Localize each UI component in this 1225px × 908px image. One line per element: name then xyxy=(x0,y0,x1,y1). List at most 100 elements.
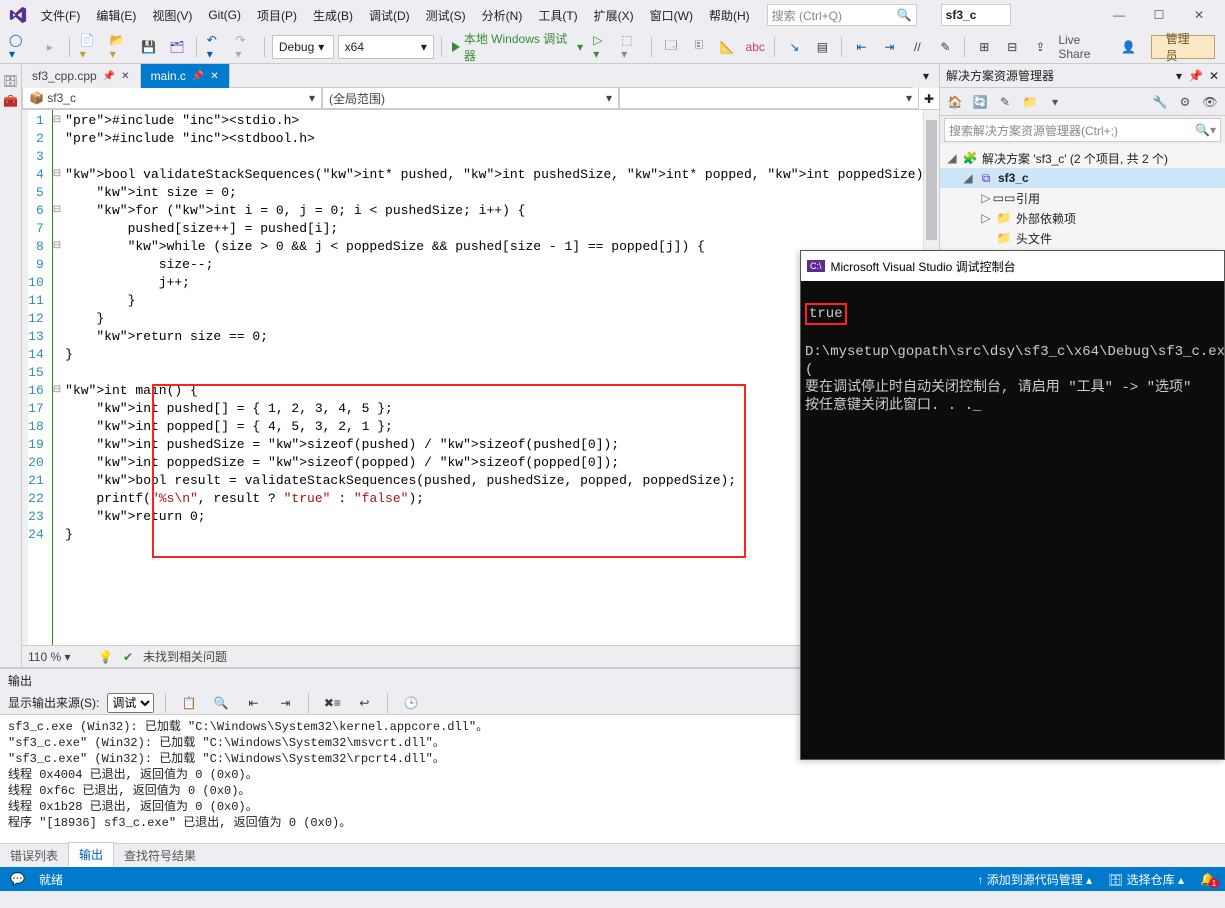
tab-sf3cpp[interactable]: sf3_cpp.cpp 📌 ✕ xyxy=(22,64,141,88)
tool5-icon[interactable]: ▤ xyxy=(810,35,834,59)
nav-back-button[interactable]: ◯ ▾ xyxy=(6,35,34,59)
tool4-icon[interactable]: abc xyxy=(743,35,768,59)
save-all-button[interactable]: 🗂 xyxy=(165,35,189,59)
pane-close-icon[interactable]: ✕ xyxy=(1209,69,1219,83)
view-icon[interactable]: 👁 xyxy=(1199,91,1221,113)
save-button[interactable]: 💾 xyxy=(137,35,161,59)
tree-project[interactable]: ◢ ⧉ sf3_c xyxy=(940,168,1225,188)
menu-item[interactable]: 分析(N) xyxy=(475,3,530,28)
new-item-button[interactable]: 📄▾ xyxy=(77,35,103,59)
run-debug-button[interactable]: 本地 Windows 调试器 ▾ xyxy=(449,35,586,59)
menu-item[interactable]: 窗口(W) xyxy=(643,3,700,28)
run-nodebg-button[interactable]: ▷ ▾ xyxy=(590,35,614,59)
out-tool4-icon[interactable]: ⇥ xyxy=(273,691,297,715)
close-button[interactable]: ✕ xyxy=(1179,3,1219,27)
no-issues-icon: ✔ xyxy=(123,650,133,664)
toolb-icon[interactable]: ⊟ xyxy=(1000,35,1024,59)
pin-icon[interactable]: 📌 xyxy=(103,71,115,82)
nav-fwd-button[interactable]: ▸ xyxy=(38,35,62,59)
out-clock-icon[interactable]: 🕒 xyxy=(399,691,423,715)
menu-item[interactable]: 编辑(E) xyxy=(89,3,143,28)
console-titlebar[interactable]: C:\ Microsoft Visual Studio 调试控制台 xyxy=(801,251,1224,281)
menu-item[interactable]: 扩展(X) xyxy=(587,3,641,28)
account-icon[interactable]: 👤 xyxy=(1117,35,1141,59)
left-toolbox-gutter[interactable]: 🗄 🧰 xyxy=(0,64,22,667)
wrench-icon[interactable]: 🔧 xyxy=(1149,91,1171,113)
status-bell[interactable]: 🔔1 xyxy=(1200,872,1215,886)
props-icon[interactable]: ⚙ xyxy=(1174,91,1196,113)
menu-item[interactable]: 工具(T) xyxy=(531,3,584,28)
project-tag[interactable]: sf3_c xyxy=(941,4,1011,26)
open-button[interactable]: 📂▾ xyxy=(107,35,133,59)
status-icon: 💬 xyxy=(10,872,25,886)
nav-member-dropdown[interactable]: ▾ xyxy=(619,88,919,109)
out-tool2-icon[interactable]: 🔍 xyxy=(209,691,233,715)
sync-icon[interactable]: 🔄 xyxy=(969,91,991,113)
liveshare-icon[interactable]: ⇪ xyxy=(1028,35,1052,59)
redo-button[interactable]: ↷ ▾ xyxy=(232,35,257,59)
home-icon[interactable]: 🏠 xyxy=(944,91,966,113)
step-icon[interactable]: ↘ xyxy=(782,35,806,59)
zoom-dropdown[interactable]: 110 % ▾ xyxy=(28,650,88,664)
tool3-icon[interactable]: 📐 xyxy=(715,35,739,59)
nav-project-dropdown[interactable]: 📦 sf3_c▾ xyxy=(22,88,322,109)
indent-out-icon[interactable]: ⇤ xyxy=(849,35,873,59)
search-placeholder: 搜索 (Ctrl+Q) xyxy=(772,7,842,24)
lightbulb-icon[interactable]: 💡 xyxy=(98,650,113,664)
menu-item[interactable]: 调试(D) xyxy=(362,3,417,28)
btab-errorlist[interactable]: 错误列表 xyxy=(0,844,68,867)
out-wrap-icon[interactable]: ↩ xyxy=(352,691,376,715)
tab-overflow-icon[interactable]: ▾ xyxy=(913,64,939,88)
toola-icon[interactable]: ⊞ xyxy=(972,35,996,59)
refs-icon: ▭▭ xyxy=(996,190,1012,206)
status-repo[interactable]: 🗄 选择仓库 ▴ xyxy=(1108,871,1184,888)
close-icon[interactable]: ✕ xyxy=(121,71,129,82)
out-tool3-icon[interactable]: ⇤ xyxy=(241,691,265,715)
minimize-button[interactable]: — xyxy=(1099,3,1139,27)
uncomment-icon[interactable]: ✎ xyxy=(933,35,957,59)
output-source-dropdown[interactable]: 调试 xyxy=(107,693,154,713)
tree-refs[interactable]: ▷ ▭▭ 引用 xyxy=(940,188,1225,208)
tree-extern[interactable]: ▷ 📁 外部依赖项 xyxy=(940,208,1225,228)
tool-icon[interactable]: ▾ xyxy=(1044,91,1066,113)
menu-item[interactable]: 视图(V) xyxy=(145,3,199,28)
pane-dropdown-icon[interactable]: ▾ xyxy=(1176,69,1182,83)
solution-search[interactable]: 搜索解决方案资源管理器(Ctrl+;) 🔍▾ xyxy=(944,118,1221,142)
tab-mainc[interactable]: main.c 📌 ✕ xyxy=(141,64,230,88)
tree-headers[interactable]: 📁 头文件 xyxy=(940,228,1225,248)
indent-in-icon[interactable]: ⇥ xyxy=(877,35,901,59)
tool2-icon[interactable]: 🗉 xyxy=(687,35,711,59)
platform-dropdown[interactable]: x64▾ xyxy=(338,35,434,59)
search-input[interactable]: 搜索 (Ctrl+Q) 🔍 xyxy=(767,4,917,26)
btab-output[interactable]: 输出 xyxy=(68,842,114,867)
menu-item[interactable]: 帮助(H) xyxy=(702,3,757,28)
out-tool-icon[interactable]: 📋 xyxy=(177,691,201,715)
tool-icon[interactable]: 🗔 xyxy=(659,35,683,59)
toolbox-icon[interactable]: 🧰 xyxy=(3,94,18,108)
menu-item[interactable]: 项目(P) xyxy=(250,3,304,28)
out-clear-icon[interactable]: ✖≡ xyxy=(320,691,344,715)
menu-item[interactable]: 测试(S) xyxy=(419,3,473,28)
debug-console-window[interactable]: C:\ Microsoft Visual Studio 调试控制台 true D… xyxy=(800,250,1225,760)
split-icon[interactable]: ✚ xyxy=(919,88,939,109)
menu-item[interactable]: 生成(B) xyxy=(306,3,360,28)
server-explorer-icon[interactable]: 🗄 xyxy=(3,74,18,88)
status-srcctl[interactable]: ↑ 添加到源代码管理 ▴ xyxy=(977,871,1092,888)
nav-scope-dropdown[interactable]: (全局范围)▾ xyxy=(322,88,619,109)
undo-button[interactable]: ↶ ▾ xyxy=(204,35,229,59)
pin-icon[interactable]: 📌 xyxy=(192,71,204,82)
maximize-button[interactable]: ☐ xyxy=(1139,3,1179,27)
tree-root[interactable]: ◢ 🧩 解决方案 'sf3_c' (2 个项目, 共 2 个) xyxy=(940,148,1225,168)
menu-item[interactable]: 文件(F) xyxy=(34,3,87,28)
menu-item[interactable]: Git(G) xyxy=(201,4,248,26)
config-dropdown[interactable]: Debug▾ xyxy=(272,35,334,59)
fold-gutter[interactable]: ⊟⊟⊟⊟⊟ xyxy=(53,110,61,645)
close-icon[interactable]: ✕ xyxy=(210,71,218,82)
stop-button[interactable]: ⬚ ▾ xyxy=(618,35,644,59)
brush-icon[interactable]: ✎ xyxy=(994,91,1016,113)
btab-findresults[interactable]: 查找符号结果 xyxy=(114,844,206,867)
comment-icon[interactable]: // xyxy=(905,35,929,59)
pane-pin-icon[interactable]: 📌 xyxy=(1188,69,1203,83)
liveshare-label[interactable]: Live Share xyxy=(1058,33,1110,61)
filter-icon[interactable]: 📁 xyxy=(1019,91,1041,113)
